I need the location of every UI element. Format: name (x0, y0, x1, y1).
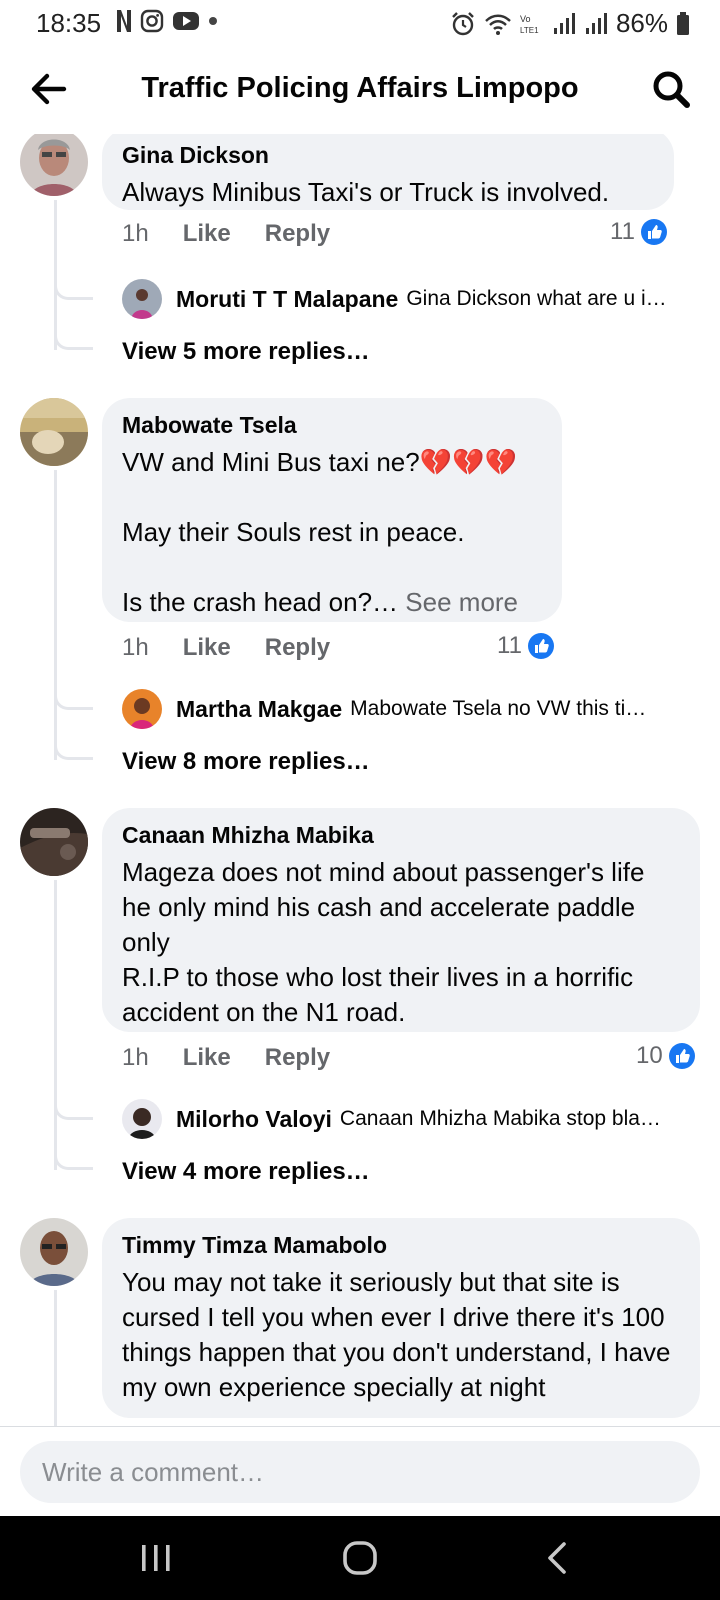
reply-button[interactable]: Reply (265, 634, 330, 662)
avatar[interactable] (122, 1099, 162, 1139)
reply-preview[interactable]: Martha Makgae Mabowate Tsela no VW this … (122, 688, 702, 730)
comment-author[interactable]: Mabowate Tsela (122, 412, 542, 439)
search-button[interactable] (648, 66, 694, 112)
comment-bubble[interactable]: Canaan Mhizha Mabika Mageza does not min… (102, 808, 700, 1032)
reaction-count[interactable]: 10 (636, 1042, 695, 1070)
comment-text: Always Minibus Taxi's or Truck is involv… (122, 177, 610, 207)
reply-author[interactable]: Moruti T T Malapane (176, 286, 398, 313)
avatar[interactable] (20, 398, 88, 466)
reply-connector (54, 1143, 93, 1170)
comment-actions: 1h Like Reply (122, 1044, 330, 1072)
recent-apps-icon (142, 1545, 170, 1571)
reply-text: Canaan Mhizha Mabika stop bla… (339, 1107, 661, 1130)
comments-feed[interactable]: Gina Dickson Always Minibus Taxi's or Tr… (0, 134, 720, 1426)
comment-author[interactable]: Canaan Mhizha Mabika (122, 822, 680, 849)
dot-icon (209, 17, 217, 25)
battery-icon (677, 11, 689, 35)
reply-preview[interactable]: Milorho Valoyi Canaan Mhizha Mabika stop… (122, 1098, 702, 1140)
comment-time[interactable]: 1h (122, 1044, 149, 1072)
reaction-number: 11 (497, 632, 522, 659)
comment-composer (0, 1426, 720, 1517)
nav-back-icon (548, 1542, 566, 1574)
like-button[interactable]: Like (183, 220, 231, 248)
battery-percent: 86% (615, 8, 668, 38)
notification-icons (116, 9, 218, 33)
comment-author[interactable]: Timmy Timza Mamabolo (122, 1232, 680, 1259)
reaction-count[interactable]: 11 (610, 218, 667, 246)
avatar[interactable] (20, 134, 88, 196)
comment-input[interactable] (20, 1441, 700, 1503)
avatar[interactable] (122, 689, 162, 729)
comment-text: VW and Mini Bus taxi ne?💔💔💔 May their So… (122, 445, 542, 620)
view-more-replies[interactable]: View 8 more replies… (122, 748, 370, 776)
home-button[interactable] (330, 1534, 390, 1582)
page-title: Traffic Policing Affairs Limpopo (141, 72, 579, 104)
svg-text:Vo: Vo (520, 14, 531, 24)
instagram-icon (140, 9, 164, 33)
comment-bubble[interactable]: Timmy Timza Mamabolo You may not take it… (102, 1218, 700, 1418)
comment-time[interactable]: 1h (122, 634, 149, 662)
like-reaction-icon (668, 1043, 695, 1069)
alarm-icon (452, 11, 474, 35)
reply-connector (54, 323, 93, 350)
like-button[interactable]: Like (183, 1044, 231, 1072)
search-icon (653, 71, 690, 108)
system-status: Vo LTE1 86% (450, 8, 690, 39)
thread-line (54, 470, 57, 760)
avatar[interactable] (20, 808, 88, 876)
home-icon (343, 1541, 377, 1575)
signal-icon (553, 12, 575, 34)
reaction-count[interactable]: 11 (497, 632, 554, 660)
volte-icon: Vo LTE1 (520, 14, 539, 35)
like-reaction-icon (527, 633, 554, 659)
see-more-link[interactable]: See more (405, 587, 518, 617)
reply-button[interactable]: Reply (265, 220, 330, 248)
comment-text: You may not take it seriously but that s… (122, 1267, 671, 1402)
signal-icon-2 (585, 12, 607, 34)
comment-actions: 1h Like Reply (122, 634, 330, 662)
reply-text: Mabowate Tsela no VW this ti… (350, 697, 647, 720)
top-bar: Traffic Policing Affairs Limpopo (0, 46, 720, 134)
comment-time[interactable]: 1h (122, 220, 149, 248)
like-button[interactable]: Like (183, 634, 231, 662)
reply-connector (54, 733, 93, 760)
recent-apps-button[interactable] (126, 1534, 186, 1582)
view-more-replies[interactable]: View 4 more replies… (122, 1158, 370, 1186)
reply-author[interactable]: Milorho Valoyi (176, 1106, 332, 1133)
thread-line (54, 1290, 57, 1426)
thread-line (54, 880, 57, 1170)
view-more-replies[interactable]: View 5 more replies… (122, 338, 370, 366)
reply-author[interactable]: Martha Makgae (176, 696, 342, 723)
comment-bubble[interactable]: Mabowate Tsela VW and Mini Bus taxi ne?💔… (102, 398, 562, 622)
reply-text: Gina Dickson what are u i… (406, 287, 667, 310)
comment-author[interactable]: Gina Dickson (122, 142, 654, 169)
netflix-icon (117, 10, 131, 32)
avatar[interactable] (122, 279, 162, 319)
status-bar: 18:35 Vo LTE1 86% (0, 0, 720, 46)
svg-text:LTE1: LTE1 (520, 26, 539, 35)
reply-connector (54, 273, 93, 300)
navigation-bar (0, 1516, 720, 1600)
wifi-icon (485, 14, 511, 35)
comment-actions: 1h Like Reply (122, 220, 330, 248)
reaction-number: 10 (636, 1042, 663, 1069)
reply-connector (54, 1093, 93, 1120)
comment-bubble[interactable]: Gina Dickson Always Minibus Taxi's or Tr… (102, 134, 674, 210)
nav-back-button[interactable] (528, 1534, 588, 1582)
status-time: 18:35 (36, 8, 102, 38)
comment-text: Mageza does not mind about passenger's l… (122, 857, 645, 1027)
reply-preview[interactable]: Moruti T T Malapane Gina Dickson what ar… (122, 278, 702, 320)
avatar[interactable] (20, 1218, 88, 1286)
like-reaction-icon (640, 219, 667, 245)
reaction-number: 11 (610, 218, 635, 245)
reply-connector (54, 683, 93, 710)
reply-button[interactable]: Reply (265, 1044, 330, 1072)
youtube-icon (173, 12, 199, 30)
